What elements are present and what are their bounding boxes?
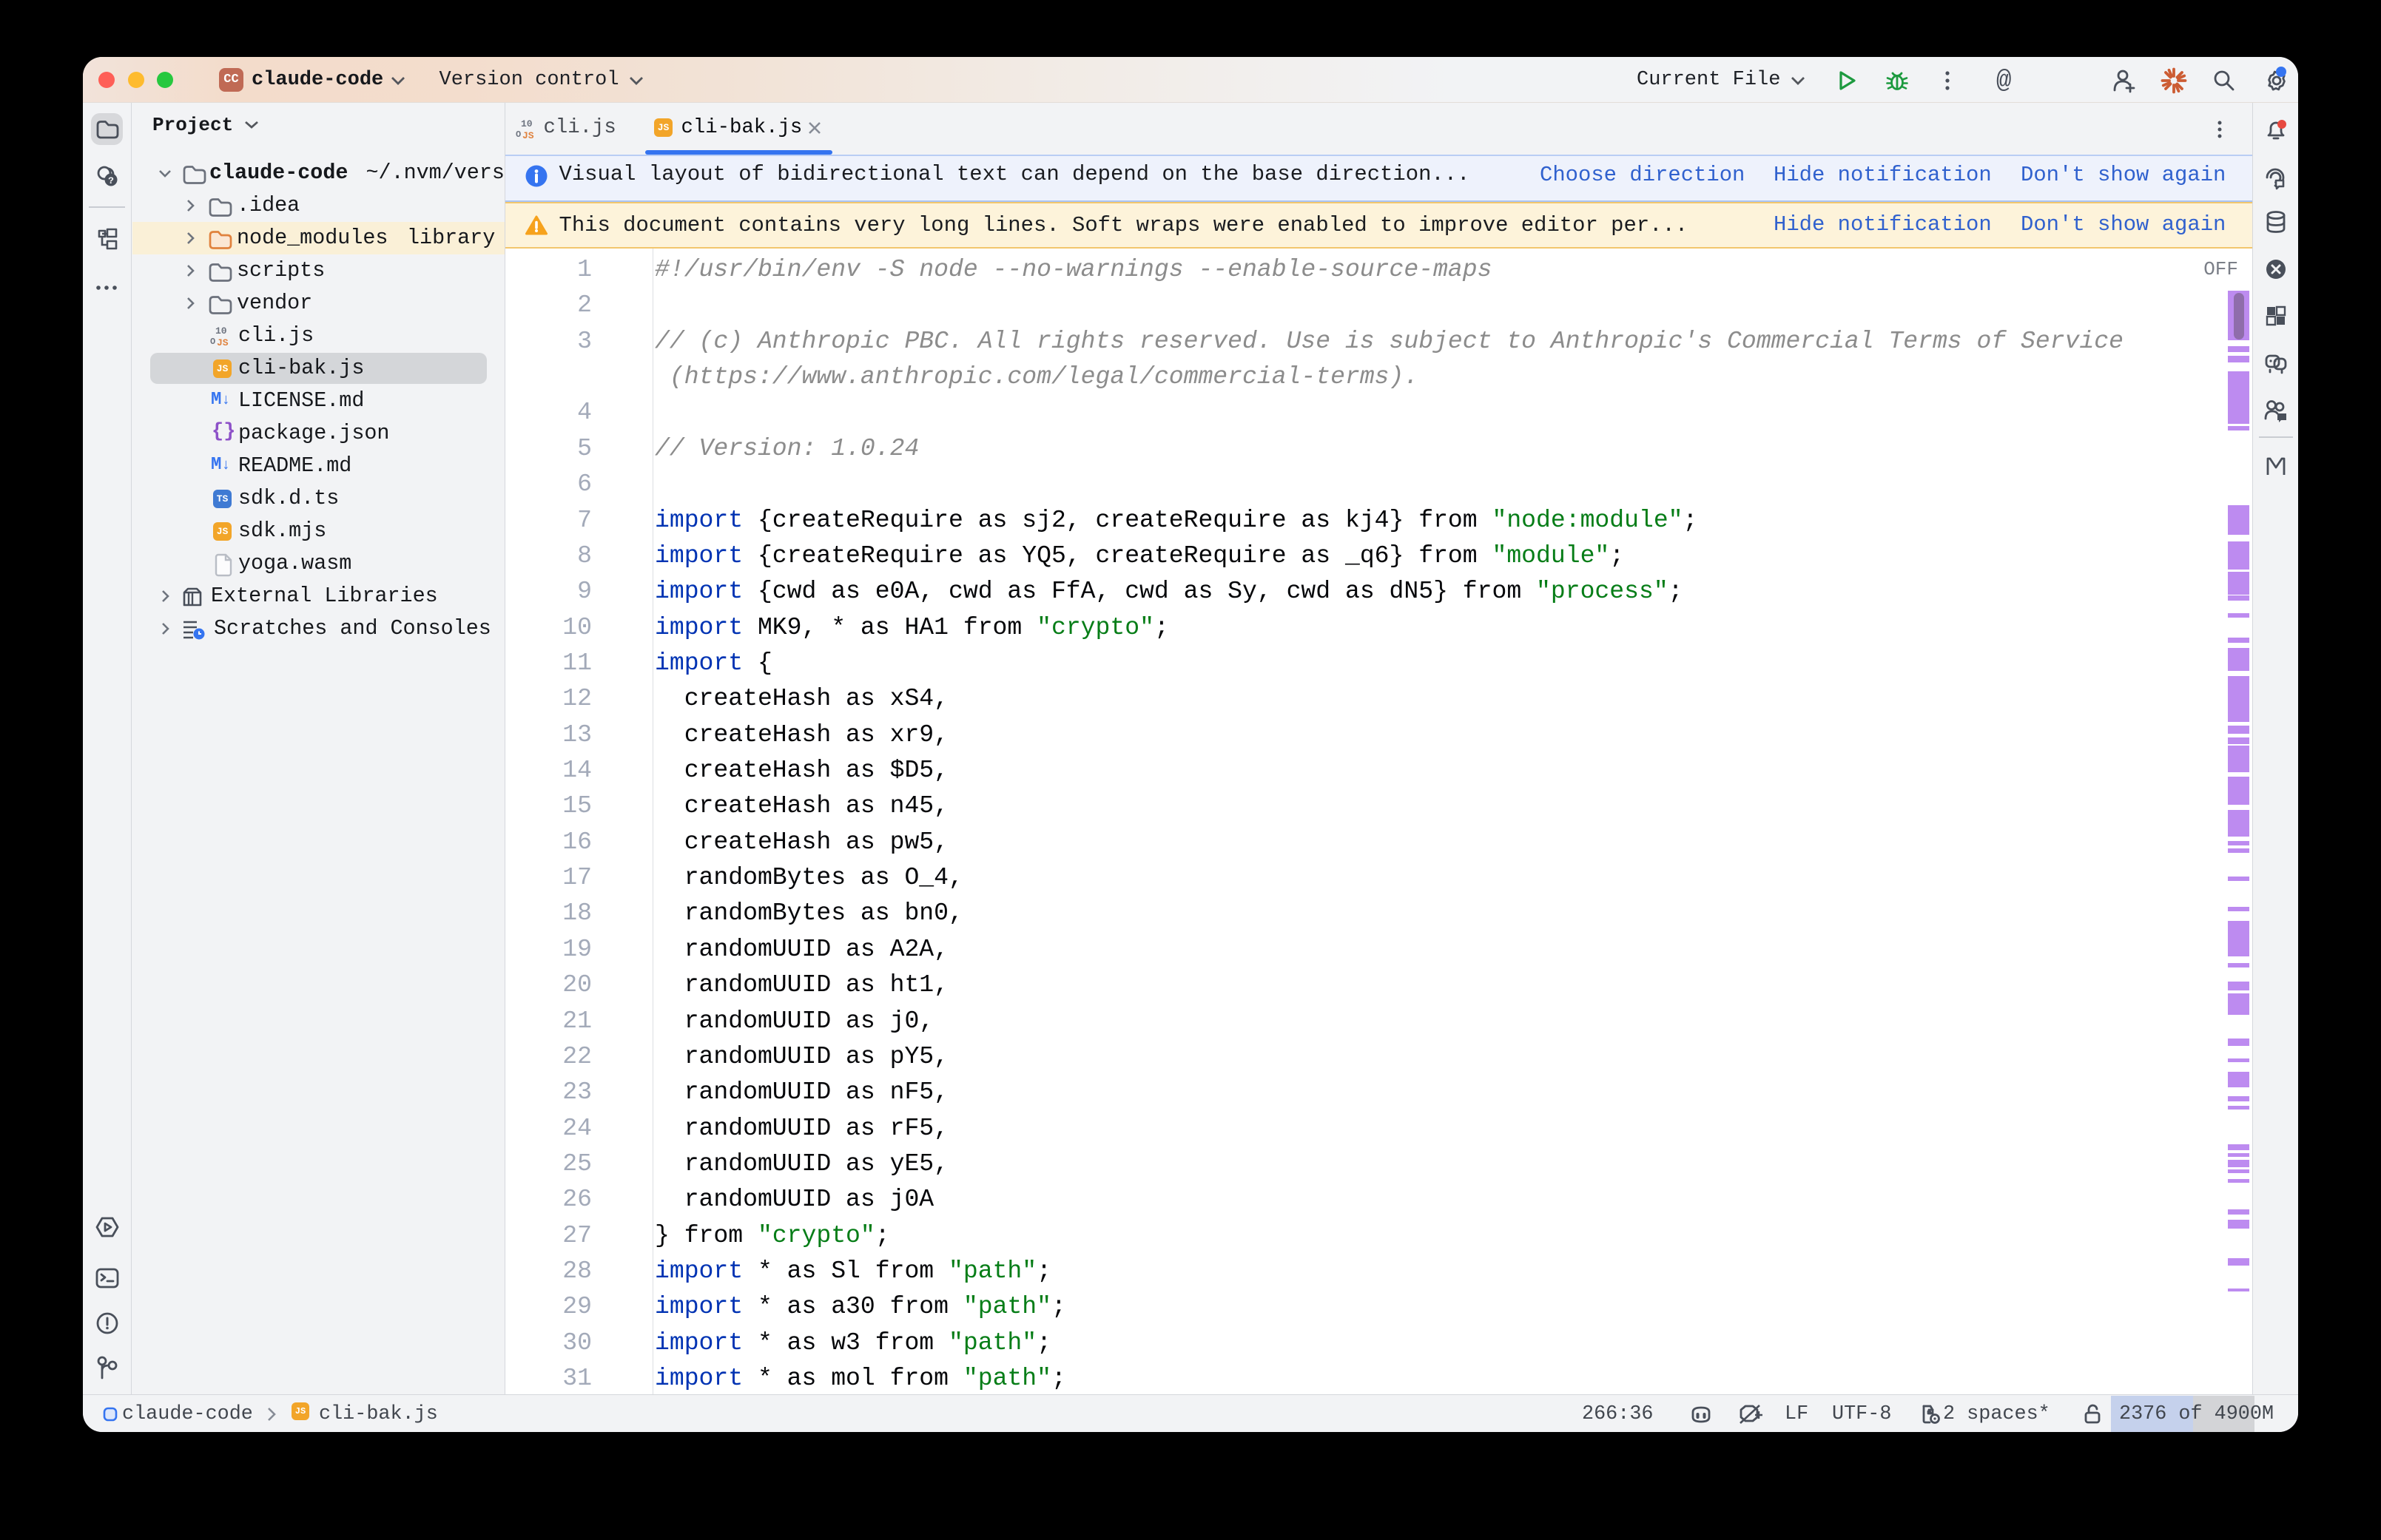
svg-text:10: 10 (521, 118, 533, 129)
svg-text:JS: JS (217, 337, 229, 348)
svg-text:O: O (516, 129, 521, 140)
svg-text:?: ? (108, 175, 114, 186)
svg-text:10: 10 (215, 325, 227, 337)
svg-text:JS: JS (522, 130, 534, 141)
svg-text:O: O (210, 337, 215, 347)
